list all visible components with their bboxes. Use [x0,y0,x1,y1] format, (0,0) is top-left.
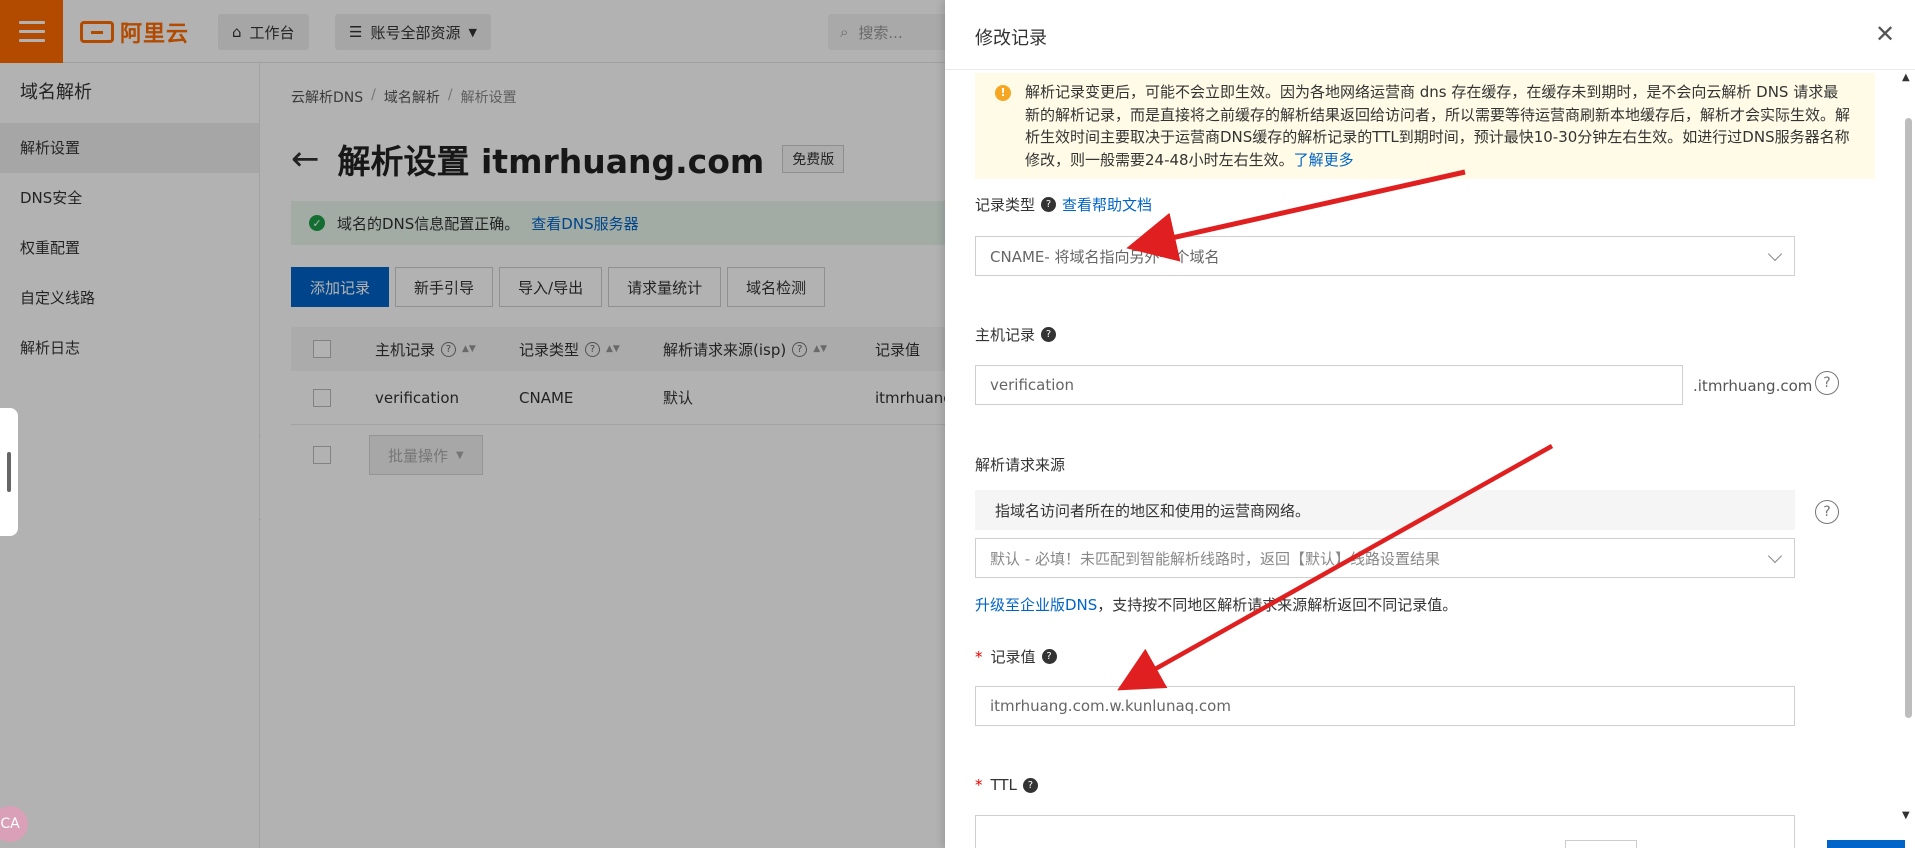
scrollbar-thumb[interactable] [1905,118,1912,718]
host-label-row: 主机记录 ? [975,324,1057,345]
learn-more-link[interactable]: 了解更多 [1294,151,1354,169]
help-icon[interactable]: ? [1041,649,1057,664]
required-marker: * [975,776,983,794]
host-input[interactable]: verification [975,365,1683,405]
modal-overlay[interactable] [0,0,945,848]
help-icon[interactable]: ? [1041,327,1057,342]
help-icon[interactable]: ? [1815,371,1839,395]
record-type-label: 记录类型 [975,196,1036,214]
warning-icon: ! [995,85,1011,101]
host-label: 主机记录 [975,326,1036,344]
propagation-notice: ! 解析记录变更后，可能不会立即生效。因为各地网络运营商 dns 存在缓存，在缓… [975,73,1875,179]
record-value-label-row: * 记录值 ? [975,646,1057,667]
drawer-scrollbar[interactable]: ▲ ▼ [1902,72,1915,832]
record-value-input[interactable]: itmrhuang.com.w.kunlunaq.com [975,686,1795,726]
source-label: 解析请求来源 [975,456,1066,474]
upgrade-note: 升级至企业版DNS，支持按不同地区解析请求来源解析返回不同记录值。 [975,596,1458,614]
floating-side-tab[interactable] [0,408,18,536]
help-doc-link[interactable]: 查看帮助文档 [1062,194,1152,215]
scroll-up-icon[interactable]: ▲ [1902,72,1910,83]
edit-record-drawer: 修改记录 ✕ ▲ ▼ ! 解析记录变更后，可能不会立即生效。因为各地网络运营商 … [945,0,1915,848]
notice-text: 解析记录变更后，可能不会立即生效。因为各地网络运营商 dns 存在缓存，在缓存未… [1025,83,1851,169]
source-label-row: 解析请求来源 [975,454,1065,475]
source-hint: 指域名访问者所在的地区和使用的运营商网络。 [975,490,1795,530]
ttl-select[interactable] [975,815,1795,848]
chevron-down-icon [1767,548,1783,564]
record-type-label-row: 记录类型 ? 查看帮助文档 [975,194,1152,215]
ttl-label-row: * TTL ? [975,776,1038,794]
scroll-down-icon[interactable]: ▼ [1902,810,1910,821]
close-icon[interactable]: ✕ [1875,22,1895,46]
record-type-select[interactable]: CNAME- 将域名指向另外一个域名 [975,236,1795,276]
chevron-down-icon [1767,246,1783,262]
record-value-label: 记录值 [990,648,1036,666]
drawer-header: 修改记录 ✕ [945,0,1915,70]
help-icon[interactable]: ? [1041,197,1057,212]
upgrade-enterprise-link[interactable]: 升级至企业版DNS [975,596,1097,614]
help-icon[interactable]: ? [1815,500,1839,524]
required-marker: * [975,647,983,666]
cancel-button[interactable] [1565,840,1637,848]
confirm-button[interactable] [1827,840,1905,848]
help-icon[interactable]: ? [1022,777,1038,793]
ttl-label: TTL [990,776,1017,794]
drawer-title: 修改记录 [975,28,1047,49]
domain-suffix: .itmrhuang.com [1693,377,1813,395]
source-select[interactable]: 默认 - 必填！未匹配到智能解析线路时，返回【默认】线路设置结果 [975,538,1795,578]
